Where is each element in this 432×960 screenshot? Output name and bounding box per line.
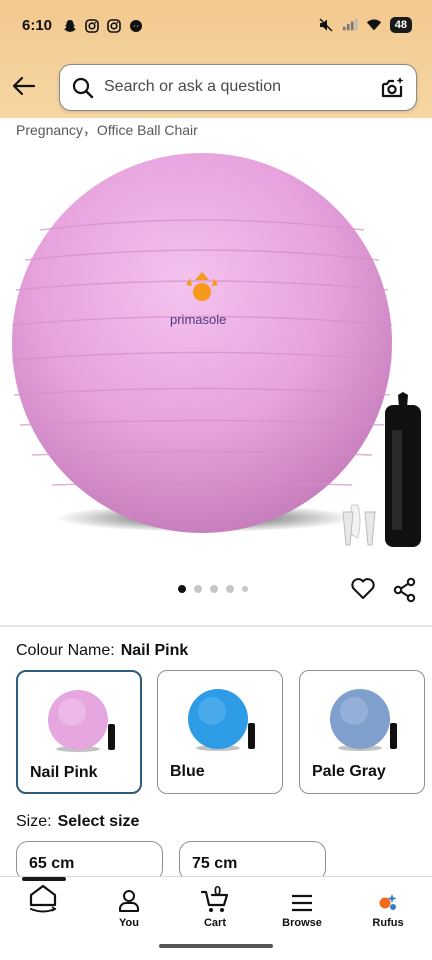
camera-search-icon[interactable] [380, 75, 406, 106]
back-button[interactable] [8, 70, 40, 102]
nav-cart[interactable]: 0 Cart [180, 883, 250, 929]
size-option-75cm[interactable]: 75 cm [179, 841, 326, 881]
image-pager-dots[interactable] [178, 585, 248, 593]
colour-option-label: Blue [170, 763, 205, 780]
colour-thumb-pale-gray [330, 689, 397, 751]
pager-dot[interactable] [242, 586, 248, 592]
colour-label: Colour Name: [16, 642, 115, 659]
nav-browse-label: Browse [282, 917, 322, 929]
pager-dot-active[interactable] [178, 585, 186, 593]
menu-icon [292, 894, 312, 912]
heart-icon [351, 578, 375, 599]
messenger-icon [128, 18, 144, 34]
status-time: 6:10 [22, 17, 53, 34]
signal-icon [342, 17, 358, 33]
colour-option-nail-pink[interactable]: Nail Pink [16, 670, 142, 794]
pager-dot[interactable] [210, 585, 218, 593]
cart-count-badge: 0 [214, 883, 222, 898]
instagram-icon [84, 18, 100, 34]
colour-selection-header: Colour Name: Nail Pink [16, 642, 188, 660]
size-option-label: 75 cm [192, 855, 238, 872]
colour-thumb-pink [48, 690, 115, 752]
colour-option-pale-gray[interactable]: Pale Gray [299, 670, 425, 794]
colour-option-blue[interactable]: Blue [157, 670, 283, 794]
size-option-65cm[interactable]: 65 cm [16, 841, 163, 881]
nav-rufus[interactable]: Rufus [353, 887, 423, 929]
active-tab-indicator [22, 877, 66, 881]
search-input[interactable]: Search or ask a question [59, 64, 417, 111]
nav-cart-label: Cart [203, 917, 226, 929]
share-icon [393, 577, 416, 603]
search-icon [72, 77, 94, 104]
home-icon [29, 884, 57, 913]
product-image[interactable]: primasole [0, 140, 432, 570]
instagram-icon [106, 18, 122, 34]
mute-icon [318, 17, 334, 33]
brand-text: primasole [170, 312, 226, 327]
nav-you[interactable]: You [94, 887, 164, 929]
share-button[interactable] [393, 577, 417, 608]
nav-rufus-label: Rufus [372, 917, 404, 929]
status-bar: 6:10 48 [0, 0, 432, 56]
person-icon [119, 890, 139, 912]
breadcrumb: Pregnancy，Office Ball Chair [16, 122, 198, 138]
colour-thumb-blue [188, 689, 255, 751]
nav-home[interactable] [8, 884, 78, 917]
wishlist-button[interactable] [350, 577, 376, 606]
colour-option-label: Pale Gray [312, 763, 386, 780]
size-value: Select size [57, 813, 140, 830]
system-home-indicator[interactable] [159, 944, 273, 948]
pager-dot[interactable] [194, 585, 202, 593]
pager-dot[interactable] [226, 585, 234, 593]
nav-you-label: You [119, 917, 139, 929]
search-placeholder: Search or ask a question [104, 78, 281, 95]
nav-browse[interactable]: Browse [267, 887, 337, 929]
arrow-left-icon [12, 76, 36, 96]
size-option-label: 65 cm [29, 855, 75, 872]
section-divider [0, 625, 432, 627]
colour-value: Nail Pink [120, 642, 189, 659]
size-label: Size: [16, 813, 52, 830]
battery-icon: 48 [389, 17, 412, 33]
snapchat-icon [62, 18, 78, 34]
wifi-icon [366, 17, 382, 33]
colour-option-label: Nail Pink [30, 764, 98, 781]
rufus-icon [379, 894, 397, 910]
size-selection-header: Size: Select size [16, 813, 139, 831]
